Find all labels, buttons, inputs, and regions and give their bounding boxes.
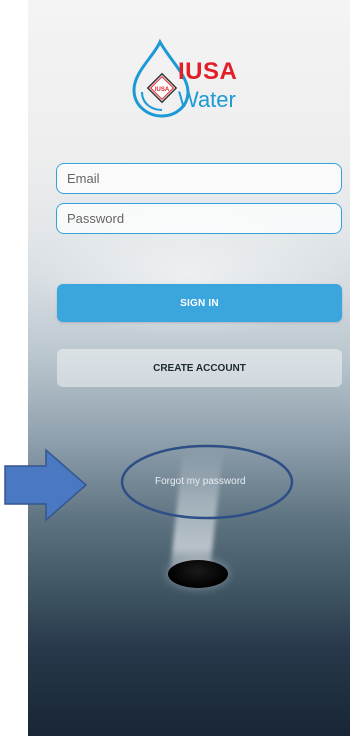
rock-image: [168, 560, 228, 588]
sign-in-label: SIGN IN: [180, 297, 219, 309]
forgot-password-link[interactable]: Forgot my password: [155, 476, 246, 487]
email-field[interactable]: [56, 163, 342, 194]
sign-in-button[interactable]: SIGN IN: [57, 284, 342, 322]
create-account-label: CREATE ACCOUNT: [153, 362, 246, 374]
create-account-button[interactable]: CREATE ACCOUNT: [57, 349, 342, 387]
password-field[interactable]: [56, 203, 342, 234]
brand-name-bottom: Water: [178, 87, 236, 112]
brand-name-top: IUSA: [178, 58, 238, 85]
email-input[interactable]: [65, 170, 341, 187]
password-input[interactable]: [65, 210, 341, 227]
badge-text: IUSA: [155, 87, 170, 93]
